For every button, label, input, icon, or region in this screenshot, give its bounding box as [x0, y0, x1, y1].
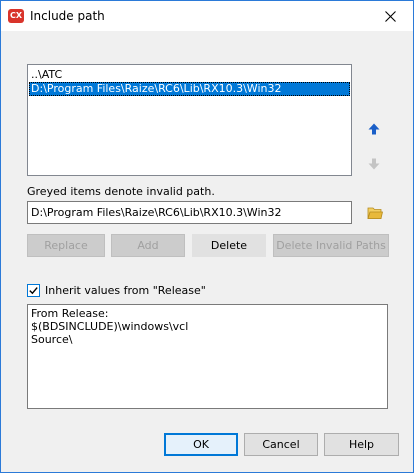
title-bar[interactable]: CX Include path — [1, 1, 413, 31]
cancel-button[interactable]: Cancel — [244, 433, 318, 456]
list-item-selected[interactable]: D:\Program Files\Raize\RC6\Lib\RX10.3\Wi… — [29, 82, 350, 96]
inherit-label[interactable]: Inherit values from "Release" — [45, 284, 206, 297]
browse-folder-button[interactable] — [362, 201, 388, 224]
folder-icon — [367, 207, 383, 219]
path-list[interactable]: ..\ATC D:\Program Files\Raize\RC6\Lib\RX… — [27, 64, 352, 176]
add-button[interactable]: Add — [111, 234, 185, 257]
close-icon — [384, 10, 396, 22]
replace-button[interactable]: Replace — [27, 234, 105, 257]
arrow-up-icon — [368, 123, 380, 135]
invalid-path-hint: Greyed items denote invalid path. — [27, 185, 215, 198]
inherited-values-box: From Release: $(BDSINCLUDE)\windows\vcl … — [27, 304, 388, 409]
include-path-dialog: CX Include path ..\ATC D:\Program Files\… — [0, 0, 414, 473]
window-title: Include path — [30, 9, 105, 23]
inherit-checkbox[interactable] — [27, 284, 40, 297]
inherited-value-line: From Release: — [31, 307, 109, 320]
inherited-value-line: $(BDSINCLUDE)\windows\vcl — [31, 320, 189, 333]
arrow-down-icon — [368, 158, 380, 170]
path-input[interactable] — [27, 201, 352, 224]
inherited-value-line: Source\ — [31, 333, 73, 346]
delete-button[interactable]: Delete — [192, 234, 266, 257]
list-item[interactable]: ..\ATC — [29, 68, 350, 82]
cx-app-icon: CX — [8, 9, 24, 23]
help-button[interactable]: Help — [324, 433, 399, 456]
close-button[interactable] — [367, 1, 413, 31]
move-down-button[interactable] — [362, 153, 386, 175]
checkmark-icon — [29, 287, 38, 295]
move-up-button[interactable] — [362, 118, 386, 140]
delete-invalid-paths-button[interactable]: Delete Invalid Paths — [273, 234, 389, 257]
ok-button[interactable]: OK — [164, 433, 238, 456]
